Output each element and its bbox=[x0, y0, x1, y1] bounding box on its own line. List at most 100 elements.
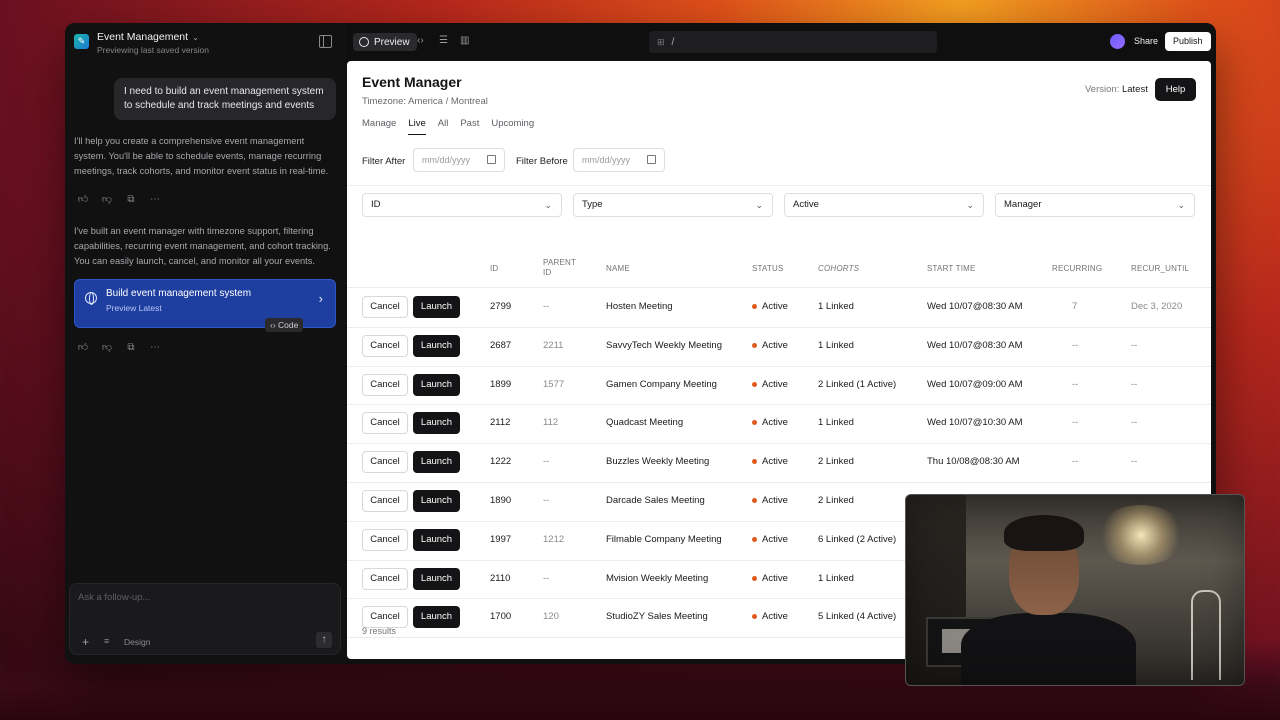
launch-button[interactable]: Launch bbox=[413, 567, 460, 590]
cell-recurring: 7 bbox=[1072, 301, 1078, 312]
cancel-button[interactable]: Cancel bbox=[362, 334, 408, 357]
tab-past[interactable]: Past bbox=[460, 118, 479, 135]
chevron-down-icon: ⌄ bbox=[966, 200, 974, 210]
column-header-status[interactable]: STATUS bbox=[752, 264, 784, 274]
code-tooltip[interactable]: ‹› Code bbox=[265, 318, 304, 332]
launch-button[interactable]: Launch bbox=[413, 412, 460, 435]
avatar[interactable] bbox=[1110, 34, 1125, 49]
type-filter-select[interactable]: Type ⌄ bbox=[573, 193, 773, 217]
column-header-recurring[interactable]: RECURRING bbox=[1052, 264, 1102, 274]
cell-id: 2112 bbox=[490, 417, 511, 429]
cancel-button[interactable]: Cancel bbox=[362, 490, 408, 512]
code-icon[interactable]: ‹› bbox=[417, 35, 424, 46]
cell-id: 1899 bbox=[490, 378, 512, 390]
launch-button[interactable]: Launch bbox=[413, 490, 460, 512]
launch-button[interactable]: Launch bbox=[413, 296, 460, 318]
cell-recurring: -- bbox=[1072, 378, 1079, 390]
calendar-icon[interactable] bbox=[487, 155, 496, 164]
column-header-start-time[interactable]: START TIME bbox=[927, 264, 976, 274]
id-filter-select[interactable]: ID ⌄ bbox=[362, 193, 562, 217]
column-header-name[interactable]: NAME bbox=[606, 264, 630, 274]
cell-start-time: Wed 10/07@10:30 AM bbox=[927, 417, 1023, 429]
status-dot-icon bbox=[752, 536, 757, 542]
cell-parent-id: -- bbox=[543, 301, 550, 312]
chevron-down-icon: ⌄ bbox=[1177, 200, 1185, 210]
assistant-message: I've built an event manager with timezon… bbox=[74, 226, 331, 266]
cell-id: 1700 bbox=[490, 611, 512, 623]
cancel-button[interactable]: Cancel bbox=[362, 528, 408, 551]
cell-cohorts: 1 Linked bbox=[818, 417, 854, 429]
launch-button[interactable]: Launch bbox=[413, 334, 460, 357]
status-text: Active bbox=[762, 339, 788, 351]
cell-cohorts: 2 Linked bbox=[818, 495, 854, 506]
calendar-icon[interactable] bbox=[647, 155, 656, 164]
launch-button[interactable]: Launch bbox=[413, 451, 460, 474]
preview-button[interactable]: Preview bbox=[353, 33, 417, 51]
launch-button[interactable]: Launch bbox=[413, 606, 460, 629]
tab-manage[interactable]: Manage bbox=[362, 118, 396, 135]
more-icon[interactable]: ⋯ bbox=[149, 342, 161, 353]
tab-live[interactable]: Live bbox=[408, 118, 426, 135]
url-path: / bbox=[671, 36, 675, 48]
filter-before-label: Filter Before bbox=[516, 156, 568, 167]
status-filter-select[interactable]: Active ⌄ bbox=[784, 193, 984, 217]
table-row: Cancel Launch 1899 1577 Gamen Company Meetin… bbox=[347, 366, 1211, 405]
launch-button[interactable]: Launch bbox=[413, 528, 460, 551]
copy-icon[interactable]: ⧉ bbox=[125, 342, 137, 353]
publish-button[interactable]: Publish bbox=[1165, 32, 1211, 51]
project-subtitle: Previewing last saved version bbox=[97, 45, 209, 55]
top-toolbar: Preview ‹› ☰ ▥ ⊞ / Share Publish bbox=[346, 23, 1216, 61]
results-count: 9 results bbox=[362, 626, 397, 636]
project-header[interactable]: ✎ Event Management ⌄ Previewing last sav… bbox=[74, 31, 209, 55]
chevron-down-icon: ⌄ bbox=[544, 200, 552, 210]
cell-status: Active bbox=[752, 611, 788, 622]
cell-status: Active bbox=[752, 379, 788, 390]
cancel-button[interactable]: Cancel bbox=[362, 451, 408, 474]
url-bar[interactable]: ⊞ / bbox=[649, 31, 937, 53]
thumbs-up-icon[interactable]: 👍︎ bbox=[77, 193, 89, 205]
divider bbox=[347, 185, 1211, 186]
cell-parent-id: 1577 bbox=[543, 378, 565, 390]
plus-icon[interactable]: + bbox=[82, 635, 89, 649]
assistant-message: I'll help you create a comprehensive eve… bbox=[74, 136, 329, 176]
filter-after-date-input[interactable]: mm/dd/yyyy bbox=[413, 148, 505, 172]
manager-filter-select[interactable]: Manager ⌄ bbox=[995, 193, 1195, 217]
status-text: Active bbox=[762, 611, 788, 623]
more-icon[interactable]: ⋯ bbox=[149, 194, 161, 205]
cancel-button[interactable]: Cancel bbox=[362, 412, 408, 435]
cancel-button[interactable]: Cancel bbox=[362, 373, 408, 396]
menu-icon[interactable]: ≡ bbox=[104, 636, 109, 646]
thumbs-down-icon[interactable]: 👎︎ bbox=[101, 341, 113, 353]
thumbs-down-icon[interactable]: 👎︎ bbox=[101, 193, 113, 205]
column-header-cohorts[interactable]: COHORTS bbox=[818, 264, 859, 274]
chart-icon[interactable]: ▥ bbox=[460, 35, 469, 46]
cell-start-time: Wed 10/07@08:30 AM bbox=[927, 339, 1023, 351]
launch-button[interactable]: Launch bbox=[413, 373, 460, 396]
filter-after-label: Filter After bbox=[362, 156, 406, 167]
select-value: Active bbox=[793, 199, 819, 210]
tab-upcoming[interactable]: Upcoming bbox=[491, 118, 534, 135]
thumbs-up-icon[interactable]: 👍︎ bbox=[77, 341, 89, 353]
send-icon[interactable]: ↑ bbox=[316, 632, 332, 648]
table-row: Cancel Launch 2112 112 Quadcast Meeting Activ… bbox=[347, 404, 1211, 443]
copy-icon[interactable]: ⧉ bbox=[125, 194, 137, 205]
cell-cohorts: 6 Linked (2 Active) bbox=[818, 533, 897, 545]
filter-before-date-input[interactable]: mm/dd/yyyy bbox=[573, 148, 665, 172]
cancel-button[interactable]: Cancel bbox=[362, 567, 408, 590]
cell-name: Darcade Sales Meeting bbox=[606, 495, 705, 506]
column-header-recur-until[interactable]: RECUR_UNTIL bbox=[1131, 264, 1189, 274]
database-icon[interactable]: ☰ bbox=[439, 35, 448, 46]
help-button[interactable]: Help bbox=[1155, 78, 1196, 101]
column-header-id[interactable]: ID bbox=[490, 264, 498, 274]
share-button[interactable]: Share bbox=[1134, 36, 1158, 46]
design-mode-button[interactable]: Design bbox=[124, 637, 150, 647]
cell-name: Hosten Meeting bbox=[606, 301, 673, 312]
tab-all[interactable]: All bbox=[438, 118, 449, 135]
cell-parent-id: 112 bbox=[543, 417, 559, 429]
column-header-parent-id[interactable]: PARENT ID bbox=[543, 258, 583, 278]
sidebar-toggle-icon[interactable] bbox=[319, 35, 332, 48]
cell-start-time: Wed 10/07@09:00 AM bbox=[927, 378, 1023, 390]
followup-input[interactable] bbox=[78, 592, 328, 603]
date-placeholder: mm/dd/yyyy bbox=[422, 155, 471, 165]
cancel-button[interactable]: Cancel bbox=[362, 296, 408, 318]
